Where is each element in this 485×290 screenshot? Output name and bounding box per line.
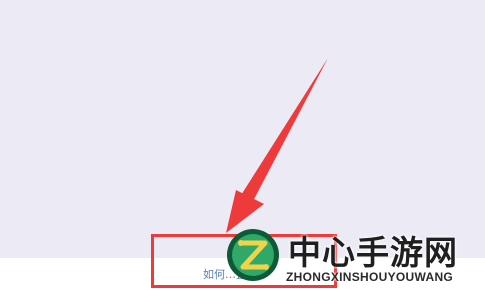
watermark-logo-icon (227, 229, 279, 281)
watermark-title: 中心手游网 (288, 233, 458, 272)
watermark: 中心手游网 ZHONGXINSHOUYOUWANG (224, 224, 485, 290)
watermark-subtitle: ZHONGXINSHOUYOUWANG (286, 270, 454, 284)
